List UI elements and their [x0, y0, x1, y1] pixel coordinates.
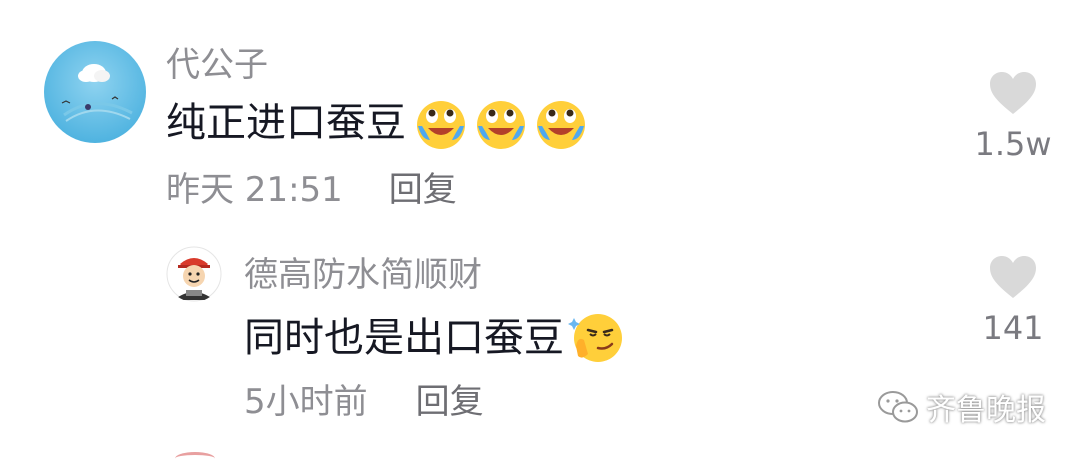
heart-icon: [990, 256, 1036, 298]
comment-meta: 昨天 21:51 回复: [166, 170, 457, 210]
laugh-cry-emoji-icon: [414, 96, 468, 150]
watermark: 齐鲁晚报: [876, 385, 1046, 429]
avatar[interactable]: [44, 41, 146, 143]
comment-body: 纯正进口蚕豆: [166, 100, 406, 146]
laugh-cry-emoji-icon: [534, 96, 588, 150]
comment-text: 同时也是出口蚕豆: [244, 310, 624, 366]
like-button[interactable]: 1.5w: [963, 70, 1063, 164]
heart-icon: [990, 72, 1036, 114]
watermark-text: 齐鲁晚报: [926, 393, 1046, 428]
smirk-thinking-emoji-icon: [568, 310, 624, 366]
comment-time: 5小时前: [244, 382, 368, 422]
comment-time: 昨天 21:51: [166, 170, 343, 210]
comment-list: 代公子 纯正进口蚕豆 昨天 21:51 回复 1.5w 德高防水简顺财 同时也是…: [0, 0, 1080, 459]
next-avatar-edge: [175, 452, 215, 459]
comment-meta: 5小时前 回复: [244, 382, 484, 422]
comment-text: 纯正进口蚕豆: [166, 96, 588, 150]
avatar[interactable]: [166, 246, 222, 302]
comment-username[interactable]: 代公子: [166, 45, 268, 85]
like-count: 1.5w: [974, 125, 1052, 163]
comment-body: 同时也是出口蚕豆: [244, 315, 564, 361]
reply-button[interactable]: 回复: [389, 170, 457, 210]
reply-button[interactable]: 回复: [416, 382, 484, 422]
wechat-icon: [878, 391, 918, 423]
reply-username[interactable]: 德高防水简顺财: [244, 255, 482, 295]
like-button[interactable]: 141: [963, 254, 1063, 348]
laugh-cry-emoji-icon: [474, 96, 528, 150]
like-count: 141: [982, 309, 1044, 347]
